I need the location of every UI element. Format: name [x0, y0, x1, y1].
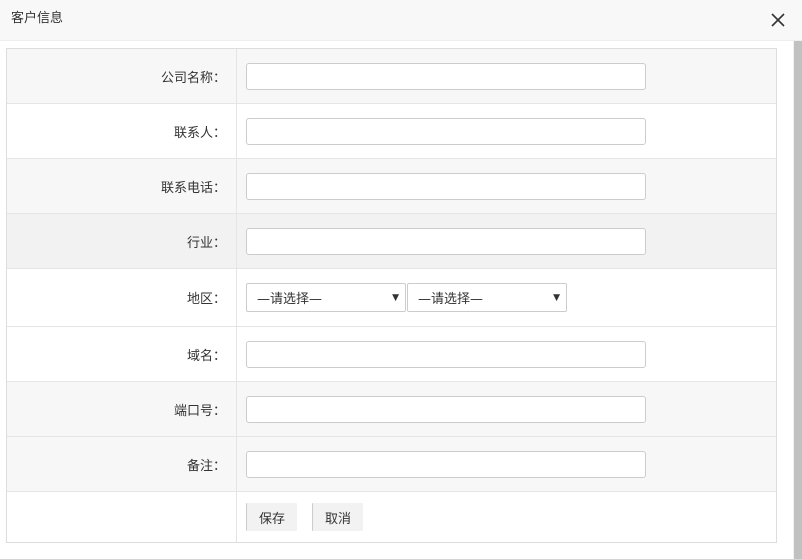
region-label: 地区：: [7, 269, 237, 326]
remark-label: 备注：: [7, 437, 237, 491]
contact-label: 联系人：: [7, 104, 237, 158]
form-row-region: 地区： —请选择— ▼ —请选择— ▼: [7, 269, 776, 327]
customer-form: 公司名称： 联系人： 联系电话： 行业： 地区： —请选择— ▼ —请选择— ▼…: [6, 48, 777, 543]
form-row-domain: 域名：: [7, 327, 776, 382]
form-row-remark: 备注：: [7, 437, 776, 492]
remark-input[interactable]: [246, 450, 646, 478]
form-row-phone: 联系电话：: [7, 159, 776, 214]
city-select[interactable]: —请选择— ▼: [407, 283, 567, 312]
close-button[interactable]: [768, 10, 788, 30]
company-name-label: 公司名称：: [7, 49, 237, 103]
form-row-company-name: 公司名称：: [7, 49, 776, 104]
province-select-value: —请选择—: [257, 292, 323, 307]
scrollbar[interactable]: [793, 41, 802, 559]
city-select-value: —请选择—: [418, 292, 484, 307]
phone-label: 联系电话：: [7, 159, 237, 213]
contact-input[interactable]: [246, 117, 646, 145]
company-name-input[interactable]: [246, 62, 646, 90]
industry-label: 行业：: [7, 214, 237, 268]
port-input[interactable]: [246, 395, 646, 423]
port-label: 端口号：: [7, 382, 237, 436]
form-row-contact: 联系人：: [7, 104, 776, 159]
save-button[interactable]: 保存: [246, 503, 298, 531]
form-row-actions: 保存 取消: [7, 492, 776, 542]
close-icon: [771, 13, 785, 27]
scrollbar-thumb[interactable]: [794, 41, 802, 559]
chevron-down-icon: ▼: [553, 292, 560, 303]
domain-input[interactable]: [246, 340, 646, 368]
chevron-down-icon: ▼: [392, 292, 399, 303]
form-row-port: 端口号：: [7, 382, 776, 437]
phone-input[interactable]: [246, 172, 646, 200]
province-select[interactable]: —请选择— ▼: [246, 283, 406, 312]
form-row-industry: 行业：: [7, 214, 776, 269]
dialog-title: 客户信息: [11, 11, 64, 26]
industry-input[interactable]: [246, 227, 646, 255]
cancel-button[interactable]: 取消: [312, 503, 364, 531]
dialog-header: 客户信息: [0, 0, 802, 41]
domain-label: 域名：: [7, 327, 237, 381]
